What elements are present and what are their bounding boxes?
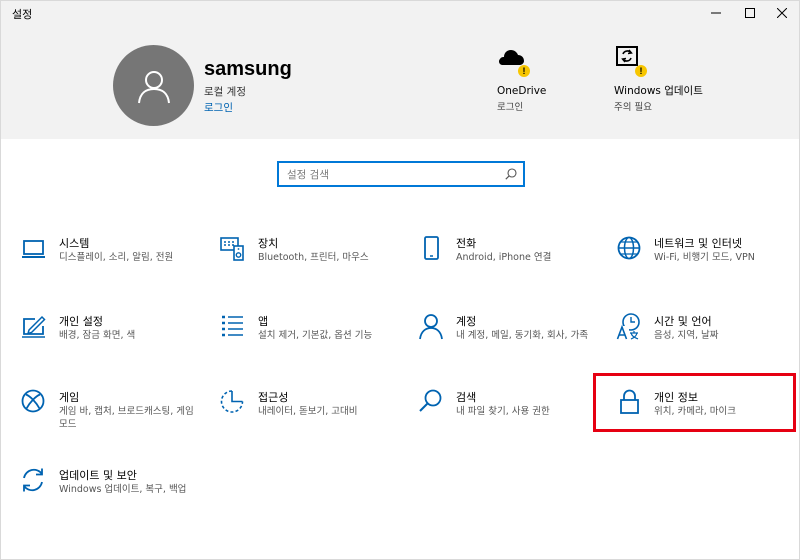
- warning-icon: !: [518, 65, 530, 77]
- tile-search[interactable]: 검색 내 파일 찾기, 사용 권한: [418, 389, 598, 449]
- tile-personalization[interactable]: 개인 설정 배경, 잠금 화면, 색: [21, 313, 201, 373]
- tile-title: 시간 및 언어: [654, 315, 712, 328]
- tile-privacy[interactable]: 개인 정보 위치, 카메라, 마이크: [616, 389, 796, 449]
- tile-title: 게임: [59, 391, 80, 404]
- tile-description: Bluetooth, 프린터, 마우스: [258, 252, 369, 263]
- tile-description: 내 파일 찾기, 사용 권한: [456, 406, 550, 417]
- tile-network[interactable]: 네트워크 및 인터넷 Wi-Fi, 비행기 모드, VPN: [616, 235, 796, 295]
- magnifier-icon: [419, 389, 442, 412]
- tile-title: 앱: [258, 315, 269, 328]
- tile-title: 개인 설정: [59, 315, 103, 328]
- time-language-icon: [616, 313, 640, 340]
- tile-gaming[interactable]: 게임 게임 바, 캡처, 브로드캐스팅, 게임 모드: [21, 389, 201, 449]
- minimize-button[interactable]: [699, 1, 733, 25]
- tile-update-security[interactable]: 업데이트 및 보안 Windows 업데이트, 복구, 백업: [21, 467, 201, 527]
- tile-description: 설치 제거, 기본값, 옵션 기능: [258, 330, 373, 341]
- apps-list-icon: [222, 315, 243, 337]
- maximize-icon: [745, 8, 755, 18]
- window-title: 설정: [12, 8, 33, 21]
- tile-description: 게임 바, 캡처, 브로드캐스팅, 게임 모드: [59, 406, 194, 430]
- user-icon: [137, 70, 170, 103]
- windows-update-status[interactable]: ! Windows 업데이트 주의 필요: [614, 43, 704, 113]
- person-icon: [419, 314, 443, 340]
- tile-title: 시스템: [59, 237, 90, 250]
- tile-description: Windows 업데이트, 복구, 백업: [59, 484, 187, 495]
- sync-arrows-icon: [23, 468, 43, 492]
- maximize-button[interactable]: [733, 1, 767, 25]
- close-icon: [777, 8, 787, 18]
- onedrive-status[interactable]: ! OneDrive 로그인: [497, 43, 546, 113]
- warning-icon: !: [635, 65, 647, 77]
- xbox-icon: [21, 389, 45, 413]
- account-name: samsung: [204, 58, 292, 80]
- tile-apps[interactable]: 앱 설치 제거, 기본값, 옵션 기능: [220, 313, 400, 373]
- settings-search[interactable]: [277, 161, 525, 187]
- tile-title: 네트워크 및 인터넷: [654, 237, 742, 250]
- close-button[interactable]: [765, 1, 799, 25]
- tile-title: 장치: [258, 237, 279, 250]
- lock-icon: [620, 389, 639, 414]
- keyboard-speaker-icon: [220, 237, 244, 261]
- tile-system[interactable]: 시스템 디스플레이, 소리, 알림, 전원: [21, 235, 201, 295]
- avatar[interactable]: [113, 45, 194, 126]
- tile-title: 업데이트 및 보안: [59, 469, 137, 482]
- account-header: samsung 로컬 계정 로그인 ! OneDrive 로그인 ! Windo…: [1, 25, 799, 139]
- tile-description: 내레이터, 돋보기, 고대비: [258, 406, 358, 417]
- tile-description: 디스플레이, 소리, 알림, 전원: [59, 252, 174, 263]
- tile-ease-of-access[interactable]: 접근성 내레이터, 돋보기, 고대비: [220, 389, 400, 449]
- ease-of-access-icon: [220, 390, 244, 413]
- tile-title: 개인 정보: [654, 391, 698, 404]
- tile-title: 검색: [456, 391, 477, 404]
- tile-description: 음성, 지역, 날짜: [654, 330, 719, 341]
- tile-accounts[interactable]: 계정 내 계정, 메일, 동기화, 회사, 가족: [418, 313, 598, 373]
- pen-screen-icon: [22, 315, 46, 338]
- search-input[interactable]: [287, 167, 497, 183]
- onedrive-icon: !: [497, 43, 530, 77]
- onedrive-title: OneDrive: [497, 85, 547, 97]
- tile-description: 위치, 카메라, 마이크: [654, 406, 736, 417]
- minimize-icon: [711, 12, 721, 14]
- windows-update-subtitle: 주의 필요: [614, 102, 652, 113]
- tile-title: 접근성: [258, 391, 289, 404]
- windows-update-title: Windows 업데이트: [614, 85, 703, 97]
- tile-phone[interactable]: 전화 Android, iPhone 연결: [418, 235, 598, 295]
- tile-devices[interactable]: 장치 Bluetooth, 프린터, 마우스: [220, 235, 400, 295]
- account-type: 로컬 계정: [204, 86, 246, 98]
- windows-update-icon: !: [614, 43, 647, 77]
- tile-description: 내 계정, 메일, 동기화, 회사, 가족: [456, 330, 589, 341]
- tile-description: Wi-Fi, 비행기 모드, VPN: [654, 252, 755, 263]
- login-link[interactable]: 로그인: [204, 100, 233, 115]
- globe-icon: [617, 236, 641, 260]
- tile-description: 배경, 잠금 화면, 색: [59, 330, 136, 341]
- tile-time-language[interactable]: 시간 및 언어 음성, 지역, 날짜: [616, 313, 796, 373]
- tile-description: Android, iPhone 연결: [456, 252, 552, 263]
- laptop-icon: [22, 240, 45, 258]
- search-icon[interactable]: [505, 168, 517, 180]
- tile-title: 전화: [456, 237, 477, 250]
- onedrive-subtitle: 로그인: [497, 102, 524, 113]
- phone-icon: [424, 236, 439, 260]
- tile-title: 계정: [456, 315, 477, 328]
- title-bar: 설정: [1, 1, 799, 25]
